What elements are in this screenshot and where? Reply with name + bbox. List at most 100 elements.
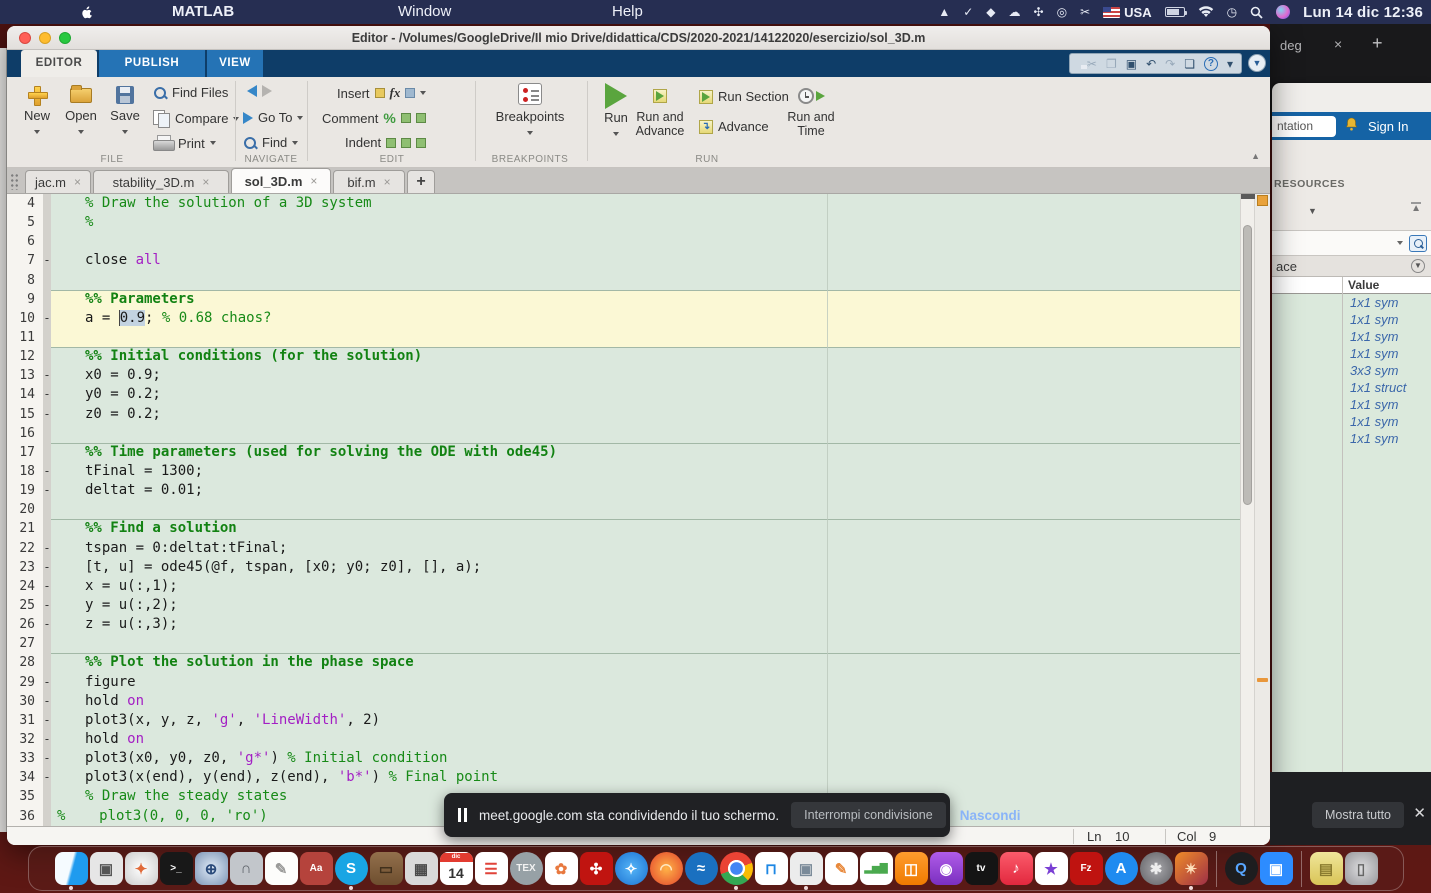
dock-zoom-app-icon[interactable]: ▣ [1259, 852, 1293, 885]
line-number[interactable]: 17 [7, 442, 43, 462]
menu-item-app[interactable]: MATLAB [172, 0, 234, 24]
run-and-advance-button[interactable]: Run and Advance [629, 82, 691, 139]
stop-sharing-button[interactable]: Interrompi condivisione [791, 802, 946, 828]
fan-app-icon[interactable]: ✣ [1034, 6, 1044, 18]
line-number[interactable]: 27 [7, 634, 43, 654]
dock-quicktime-icon[interactable]: Q [1224, 852, 1258, 885]
breakpoint-margin[interactable]: - [43, 749, 51, 769]
breakpoint-margin[interactable]: - [43, 404, 51, 424]
line-number[interactable]: 35 [7, 787, 43, 807]
tab-publish[interactable]: PUBLISH [99, 50, 205, 77]
line-number[interactable]: 19 [7, 481, 43, 501]
code-line-8[interactable]: 8 [7, 270, 1270, 290]
code-line-15[interactable]: 15- z0 = 0.2; [7, 404, 1270, 424]
close-tab-icon[interactable]: × [384, 175, 391, 189]
cloud-upload-icon[interactable]: ☁ [1009, 6, 1021, 18]
code-line-9[interactable]: 9%% Parameters [7, 289, 1270, 309]
paste-icon[interactable]: ▣ [1126, 58, 1137, 70]
dropbox-icon[interactable]: ◆ [986, 6, 995, 18]
dock-skype-icon[interactable]: S [334, 852, 368, 890]
line-number[interactable]: 30 [7, 691, 43, 711]
code-line-27[interactable]: 27 [7, 634, 1270, 654]
line-number[interactable]: 34 [7, 768, 43, 788]
breakpoint-margin[interactable]: - [43, 768, 51, 788]
code-line-13[interactable]: 13- x0 = 0.9; [7, 366, 1270, 386]
workspace-value-row[interactable]: 1x1 sym [1272, 311, 1431, 328]
line-number[interactable]: 9 [7, 289, 43, 309]
workspace-value-row[interactable]: 1x1 sym [1272, 328, 1431, 345]
breakpoint-margin[interactable] [43, 213, 51, 233]
breakpoint-margin[interactable]: - [43, 576, 51, 596]
apple-menu[interactable] [80, 0, 93, 24]
line-number[interactable]: 33 [7, 749, 43, 769]
code-line-19[interactable]: 19- deltat = 0.01; [7, 481, 1270, 501]
breakpoint-margin[interactable]: - [43, 251, 51, 271]
code-line-21[interactable]: 21%% Find a solution [7, 519, 1270, 539]
breakpoint-margin[interactable]: - [43, 385, 51, 405]
breakpoint-margin[interactable]: - [43, 672, 51, 692]
code-line-5[interactable]: 5% [7, 213, 1270, 233]
goto-button[interactable]: Go To [243, 110, 304, 125]
battery-icon[interactable] [1164, 7, 1187, 17]
dock-calendar-icon[interactable]: dic 14 [439, 852, 473, 885]
dock-apple-tv-icon[interactable]: tv [964, 852, 998, 885]
code-line-7[interactable]: 7- close all [7, 251, 1270, 271]
value-column-header[interactable]: Value [1272, 277, 1431, 294]
code-line-25[interactable]: 25- y = u(:,2); [7, 595, 1270, 616]
workspace-value-row[interactable]: 1x1 sym [1272, 413, 1431, 430]
run-section-button[interactable]: Run Section [699, 89, 789, 104]
wifi-icon[interactable] [1198, 6, 1214, 18]
search-button-icon[interactable] [1409, 234, 1427, 252]
breakpoint-margin[interactable]: - [43, 366, 51, 386]
line-number[interactable]: 7 [7, 251, 43, 271]
dock-archive-utility-icon[interactable]: ∩ [229, 852, 263, 885]
breakpoint-margin[interactable] [43, 327, 51, 348]
line-number[interactable]: 24 [7, 576, 43, 596]
warning-marker-icon[interactable] [1257, 678, 1268, 682]
redo-icon[interactable]: ↷ [1165, 58, 1175, 70]
close-tab-icon[interactable]: × [74, 175, 81, 189]
message-indicator-icon[interactable] [1257, 195, 1268, 206]
collapse-ribbon-icon[interactable]: ▲ [1251, 151, 1260, 161]
breakpoint-margin[interactable] [43, 289, 51, 309]
breakpoint-margin[interactable]: - [43, 595, 51, 616]
close-notification-icon[interactable]: ✕ [1413, 804, 1426, 822]
line-number[interactable]: 26 [7, 615, 43, 635]
undo-icon[interactable]: ↶ [1146, 58, 1156, 70]
dock-numbers-icon[interactable]: ▂▅▇ [859, 852, 893, 885]
dock-matlab-icon[interactable]: ✴ [1174, 852, 1208, 890]
more-commands-icon[interactable]: ▾ [1227, 58, 1233, 70]
line-number[interactable]: 23 [7, 557, 43, 577]
breakpoint-margin[interactable]: - [43, 729, 51, 750]
workspace-value-row[interactable]: 1x1 sym [1272, 345, 1431, 362]
line-number[interactable]: 36 [7, 806, 43, 826]
notifications-bell-icon[interactable] [1345, 117, 1358, 136]
dock-imovie-icon[interactable]: ★ [1034, 852, 1068, 885]
breakpoint-margin[interactable] [43, 423, 51, 443]
close-tab-icon[interactable]: × [202, 175, 209, 189]
vertical-scrollbar[interactable] [1240, 194, 1255, 826]
dock-firefox-icon[interactable]: ◠ [649, 852, 683, 885]
line-number[interactable]: 8 [7, 270, 43, 290]
line-number[interactable]: 16 [7, 423, 43, 443]
search-dropdown-icon[interactable] [1397, 241, 1403, 245]
browser-tab-label[interactable]: deg [1280, 38, 1302, 53]
sign-in-link[interactable]: Sign In [1368, 119, 1408, 134]
help-icon[interactable]: ? [1203, 56, 1218, 71]
checkmark-app-icon[interactable]: ✓ [963, 6, 973, 18]
spotlight-icon[interactable] [1250, 6, 1263, 19]
breakpoint-margin[interactable] [43, 442, 51, 462]
code-line-29[interactable]: 29- figure [7, 672, 1270, 692]
line-number[interactable]: 18 [7, 461, 43, 482]
breakpoint-margin[interactable] [43, 500, 51, 520]
find-files-button[interactable]: Find Files [153, 85, 228, 100]
dock-reminders-icon[interactable]: ☰ [474, 852, 508, 885]
flag-usa-icon[interactable]: USA [1103, 5, 1152, 20]
menu-item-window[interactable]: Window [398, 0, 451, 24]
code-line-14[interactable]: 14- y0 = 0.2; [7, 385, 1270, 405]
line-number[interactable]: 13 [7, 366, 43, 386]
dock-app-store-icon[interactable]: A [1104, 852, 1138, 885]
line-number[interactable]: 29 [7, 672, 43, 692]
breakpoint-margin[interactable] [43, 653, 51, 673]
dock-trash-icon[interactable]: ▯ [1344, 852, 1378, 885]
